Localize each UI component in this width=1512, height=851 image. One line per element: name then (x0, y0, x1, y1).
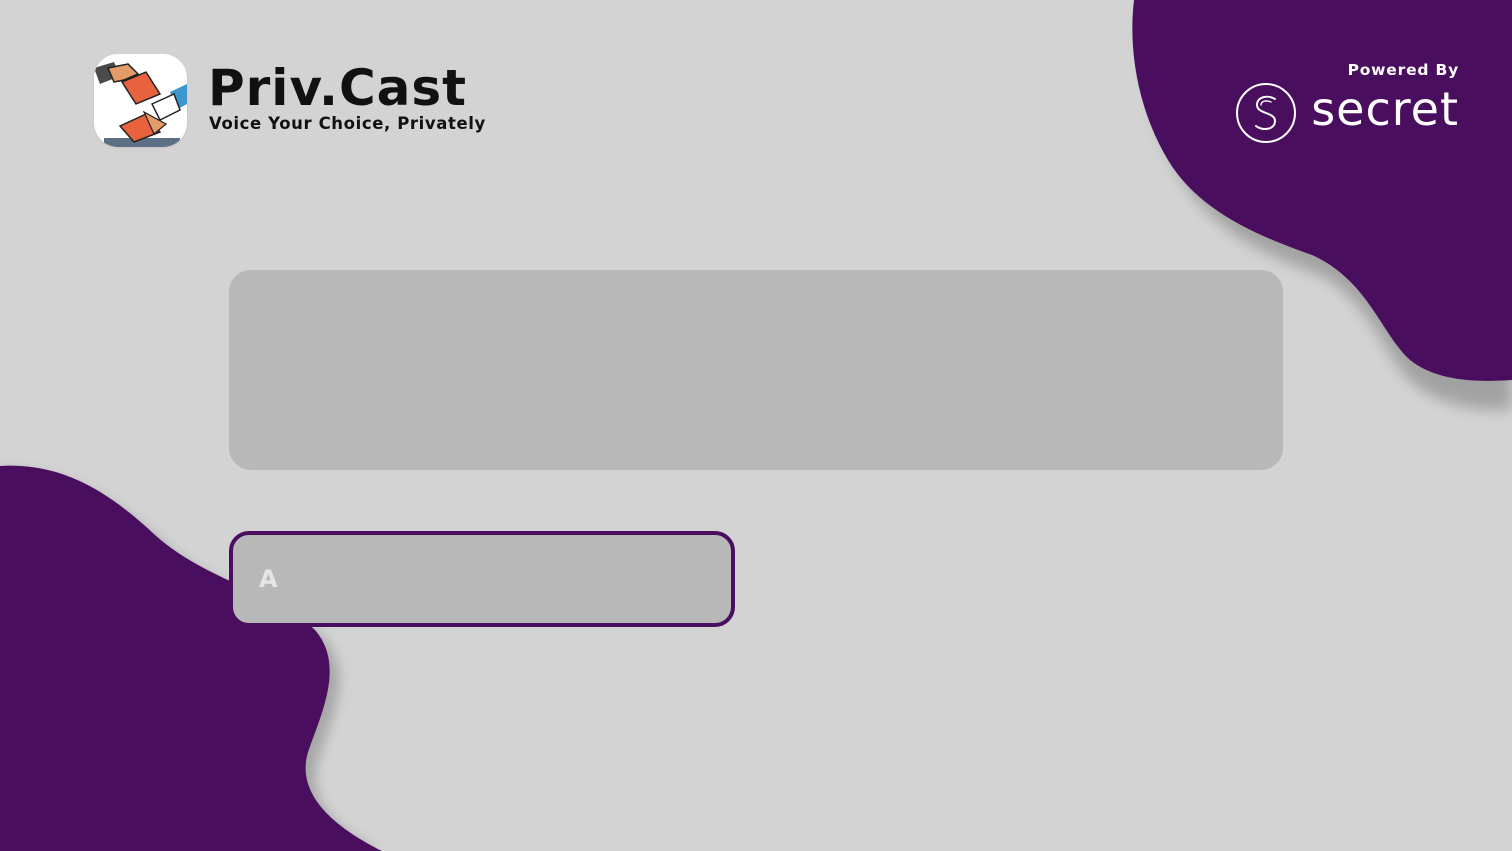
secret-network-icon (1236, 83, 1297, 143)
secret-brand-row: secret (1235, 82, 1459, 144)
option-letter: A (259, 565, 278, 593)
secret-wordmark: secret (1311, 82, 1459, 136)
question-panel (229, 270, 1283, 470)
brand-text-group: Priv.Cast Voice Your Choice, Privately (208, 60, 486, 134)
powered-by-label: Powered By (1347, 61, 1459, 79)
brand-header: Priv.Cast Voice Your Choice, Privately (94, 54, 486, 147)
app-title: Priv.Cast (208, 59, 468, 117)
option-a-button[interactable]: A (229, 531, 735, 627)
powered-by[interactable]: Powered By secret (1235, 60, 1459, 144)
app-tagline: Voice Your Choice, Privately (209, 114, 486, 133)
ballot-hands-icon[interactable] (94, 54, 187, 147)
